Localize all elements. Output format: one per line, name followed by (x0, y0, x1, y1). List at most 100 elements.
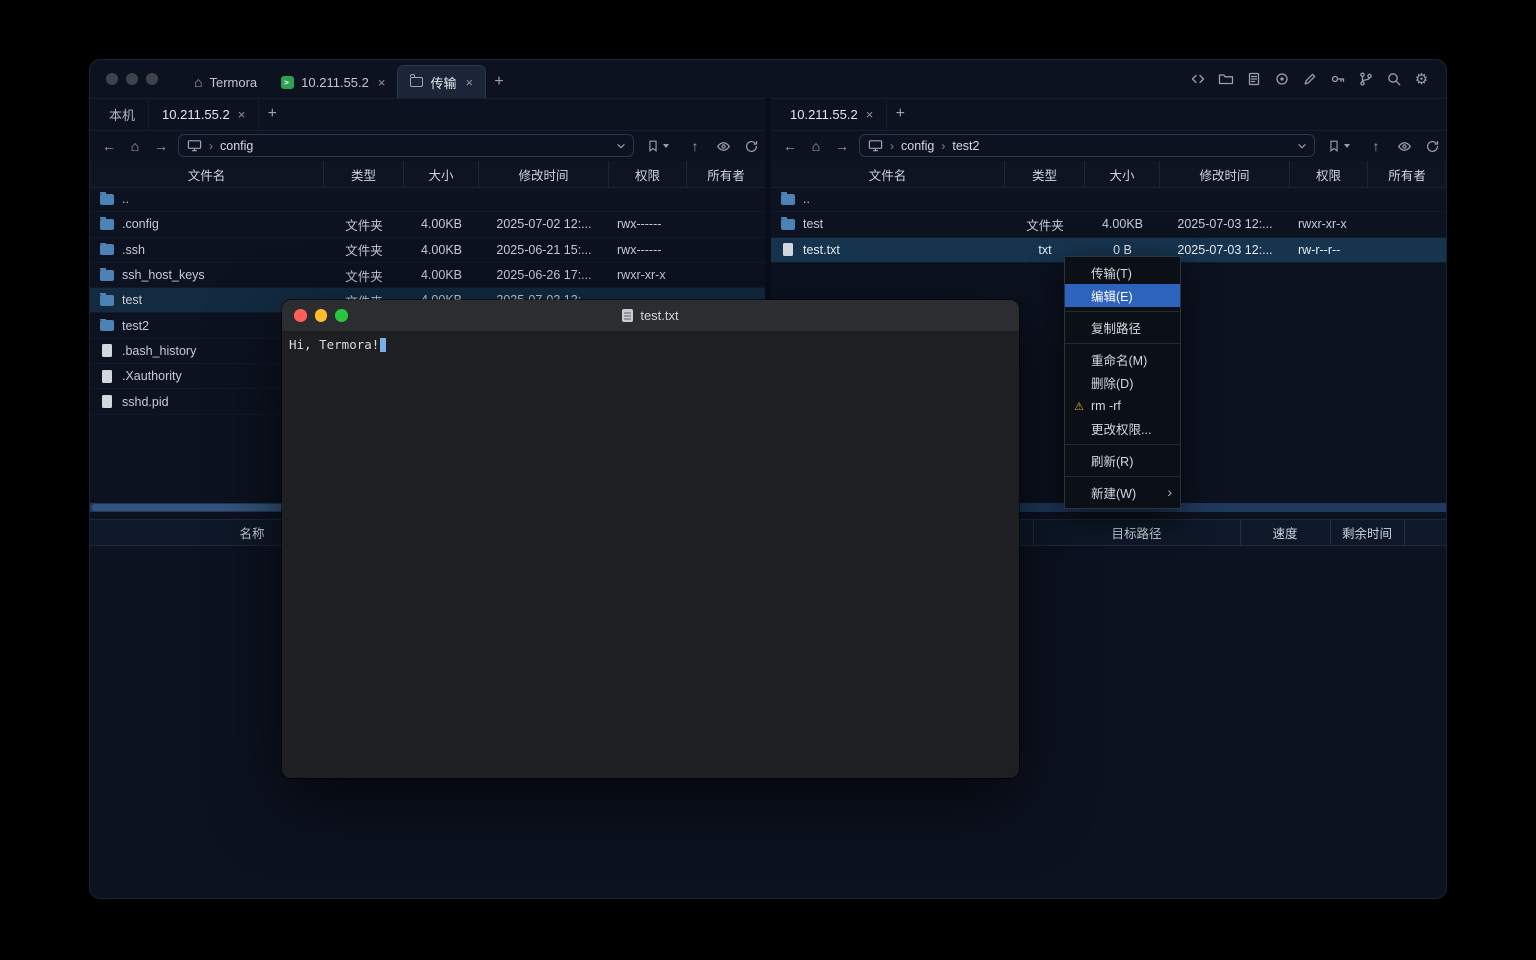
close-button[interactable] (106, 73, 118, 85)
settings-button[interactable] (1413, 71, 1430, 88)
file-row[interactable]: test 文件夹 4.00KB 2025-07-03 12:... rwxr-x… (771, 212, 1446, 237)
parent-directory-button[interactable] (684, 135, 706, 157)
minimize-button[interactable] (315, 309, 328, 322)
column-header-modified[interactable]: 修改时间 (479, 161, 609, 187)
back-button[interactable] (98, 135, 120, 157)
column-header-modified[interactable]: 修改时间 (1160, 161, 1290, 187)
column-header-name[interactable]: 文件名 (90, 161, 324, 187)
editor-titlebar[interactable]: test.txt (282, 300, 1019, 332)
show-hidden-button[interactable] (1393, 135, 1415, 157)
file-row[interactable]: .ssh 文件夹 4.00KB 2025-06-21 15:... rwx---… (90, 238, 765, 263)
editor-content[interactable]: Hi, Termora! (282, 332, 1019, 357)
file-size: 4.00KB (404, 243, 479, 257)
show-hidden-button[interactable] (712, 135, 734, 157)
column-header-type[interactable]: 类型 (324, 161, 404, 187)
tab-host-terminal[interactable]: 10.211.55.2 (269, 66, 397, 98)
close-tab-icon[interactable] (866, 107, 874, 122)
file-row[interactable]: .config 文件夹 4.00KB 2025-07-02 12:... rwx… (90, 212, 765, 237)
folder-icon (410, 77, 423, 87)
column-header-size[interactable]: 大小 (404, 161, 479, 187)
edit-button[interactable] (1301, 71, 1318, 88)
column-header-target-path[interactable]: 目标路径 (1033, 520, 1240, 545)
new-panel-tab-button[interactable] (259, 98, 285, 130)
file-row[interactable]: ssh_host_keys 文件夹 4.00KB 2025-06-26 17:.… (90, 263, 765, 288)
code-button[interactable] (1189, 71, 1206, 88)
forward-button[interactable] (831, 135, 853, 157)
column-header-size[interactable]: 大小 (1085, 161, 1160, 187)
context-menu-item[interactable]: rm -rf (1065, 394, 1180, 417)
maximize-button[interactable] (146, 73, 158, 85)
context-menu-item[interactable]: 编辑(E) (1065, 284, 1180, 307)
bookmark-button[interactable] (642, 135, 672, 157)
refresh-button[interactable] (740, 135, 762, 157)
file-type: 文件夹 (324, 215, 404, 234)
record-button[interactable] (1273, 71, 1290, 88)
path-segment[interactable]: test2 (934, 139, 979, 153)
column-header-owner[interactable]: 所有者 (1368, 161, 1446, 187)
context-menu-item[interactable] (1065, 339, 1180, 348)
path-field[interactable]: config (178, 134, 634, 157)
code-icon (1190, 71, 1206, 87)
path-field[interactable]: configtest2 (859, 134, 1315, 157)
file-row[interactable]: .. (90, 187, 765, 212)
path-segment[interactable]: config (202, 139, 253, 153)
tab-local[interactable]: 本机 (96, 98, 149, 130)
context-menu-item[interactable]: 新建(W) (1065, 481, 1180, 504)
new-tab-button[interactable] (486, 66, 512, 98)
column-header-permissions[interactable]: 权限 (609, 161, 687, 187)
column-header-speed[interactable]: 速度 (1240, 520, 1330, 545)
refresh-button[interactable] (1421, 135, 1443, 157)
context-menu-item[interactable] (1065, 440, 1180, 449)
column-header-owner[interactable]: 所有者 (687, 161, 765, 187)
context-menu-item[interactable]: 重命名(M) (1065, 348, 1180, 371)
context-menu-item[interactable] (1065, 307, 1180, 316)
log-button[interactable] (1245, 71, 1262, 88)
column-divider (1404, 520, 1405, 545)
bookmark-button[interactable] (1323, 135, 1353, 157)
file-name: .. (803, 192, 810, 206)
editor-title: test.txt (640, 308, 678, 323)
home-button[interactable] (805, 135, 827, 157)
app-tabstrip: Termora 10.211.55.2 传输 (182, 60, 512, 98)
path-segment[interactable]: config (883, 139, 934, 153)
back-button[interactable] (779, 135, 801, 157)
tab-remote-host[interactable]: 10.211.55.2 (777, 98, 887, 130)
forward-button[interactable] (150, 135, 172, 157)
keys-button[interactable] (1329, 71, 1346, 88)
close-button[interactable] (294, 309, 307, 322)
context-menu-item[interactable]: 更改权限... (1065, 417, 1180, 440)
file-row[interactable]: .. (771, 187, 1446, 212)
tab-termora[interactable]: Termora (182, 66, 269, 98)
context-menu-item[interactable]: 传输(T) (1065, 261, 1180, 284)
column-header-name[interactable]: 文件名 (771, 161, 1005, 187)
document-icon (622, 309, 633, 322)
column-header-type[interactable]: 类型 (1005, 161, 1085, 187)
file-name: test (803, 217, 823, 231)
branch-button[interactable] (1357, 71, 1374, 88)
file-icon (100, 270, 114, 281)
close-tab-icon[interactable] (378, 75, 386, 90)
parent-directory-button[interactable] (1365, 135, 1387, 157)
folder-icon (1218, 71, 1234, 87)
submenu-arrow-icon (1167, 485, 1172, 500)
context-menu-item[interactable]: 刷新(R) (1065, 449, 1180, 472)
minimize-button[interactable] (126, 73, 138, 85)
context-menu-item[interactable]: 删除(D) (1065, 371, 1180, 394)
search-button[interactable] (1385, 71, 1402, 88)
close-tab-icon[interactable] (238, 107, 246, 122)
new-panel-tab-button[interactable] (887, 98, 913, 130)
bookmark-icon (1327, 139, 1341, 153)
column-header-remaining-time[interactable]: 剩余时间 (1330, 520, 1404, 545)
context-menu-item[interactable] (1065, 472, 1180, 481)
computer-icon (187, 138, 202, 153)
context-menu-item[interactable]: 复制路径 (1065, 316, 1180, 339)
close-tab-icon[interactable] (465, 75, 473, 90)
maximize-button[interactable] (335, 309, 348, 322)
file-name: .config (122, 217, 159, 231)
folder-button[interactable] (1217, 71, 1234, 88)
file-permissions: rwxr-xr-x (609, 268, 687, 282)
column-header-permissions[interactable]: 权限 (1290, 161, 1368, 187)
home-button[interactable] (124, 135, 146, 157)
tab-transfer[interactable]: 传输 (397, 65, 486, 98)
tab-remote-host[interactable]: 10.211.55.2 (149, 98, 259, 130)
